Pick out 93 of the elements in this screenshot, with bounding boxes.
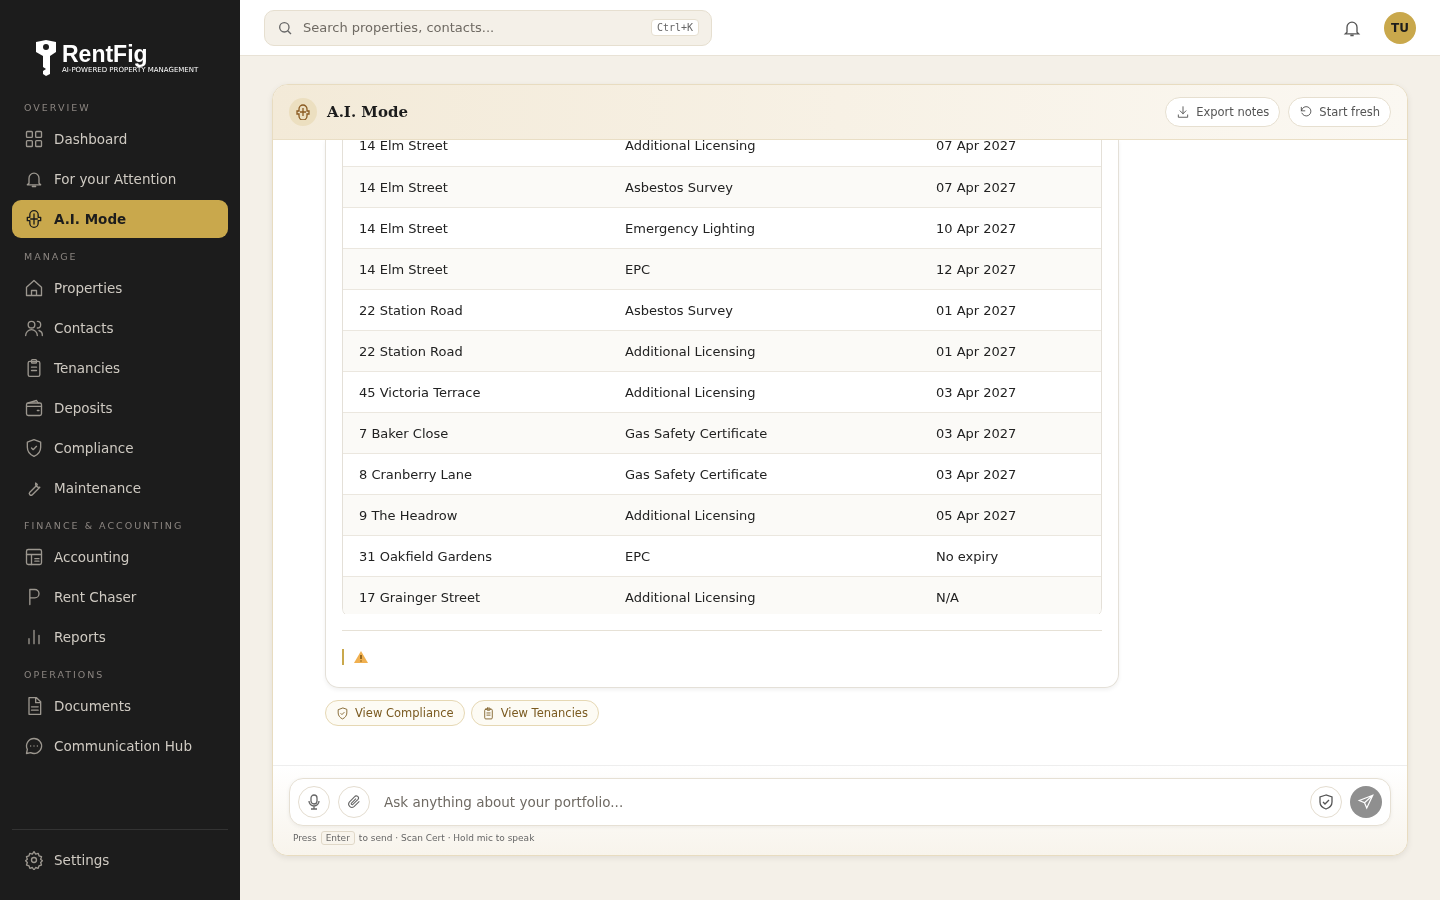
table-cell-text: Emergency Lighting [625,220,756,236]
search-field[interactable]: Search properties, contacts... Ctrl+K [264,9,712,46]
table-cell-text: 14 Elm Street [359,140,449,153]
suggestion-chip[interactable]: View Tenancies [470,700,599,726]
table-cell-text: 14 Elm Street [359,261,449,277]
nav-item[interactable]: For your Attention [12,160,228,198]
ai-icon [24,209,44,229]
table-cell-text: 03 Apr 2027 [936,425,1018,441]
search-icon [277,19,293,36]
table-cell-text: Asbestos Survey [625,179,734,195]
microphone-icon [307,794,321,810]
table-cell-text: 12 Apr 2027 [936,261,1018,277]
table-cell-text: 14 Elm Street [359,179,449,195]
shield-icon [24,438,44,458]
send-button[interactable] [1350,786,1382,818]
download-icon [1176,105,1191,119]
table-cell-text: 03 Apr 2027 [936,384,1018,400]
nav-item[interactable]: Settings [12,841,228,879]
table-cell-text: 07 Apr 2027 [936,140,1018,153]
table-cell-text: Additional Licensing [625,507,757,523]
shield-icon [1319,794,1333,810]
table-cell-text: 31 Oakfield Gardens [359,548,493,564]
logo-wordmark: RentFig [62,41,148,66]
table-cell-text: N/A [936,589,960,605]
chat-icon [24,736,44,756]
table-cell-text: 8 Cranberry Lane [359,466,473,482]
nav-item[interactable]: A.I. Mode [12,200,228,238]
microphone-button[interactable] [298,786,330,818]
table-cell-text: 10 Apr 2027 [936,220,1018,236]
nav-item[interactable]: Deposits [12,389,228,427]
table-cell-text: 22 Station Road [359,343,464,359]
wallet-icon [24,398,44,418]
table-cell-text: EPC [625,261,652,277]
section-heading: OPERATIONS [23,669,106,680]
hint-text: Press [293,833,317,843]
table-cell-text: 03 Apr 2027 [936,466,1018,482]
shortcut-key: Ctrl+K [650,19,699,36]
settings-icon [24,850,44,870]
table-cell-text: 9 The Headrow [359,507,459,523]
table-cell-text: Additional Licensing [625,384,757,400]
section-heading: FINANCE & ACCOUNTING [23,520,185,531]
message-field[interactable]: Ask anything about your portfolio... [289,778,1391,826]
hint-text: to send · Scan Cert · Hold mic to speak [358,833,535,843]
nav-item[interactable]: Rent Chaser [12,578,228,616]
section-heading: OVERVIEW [23,102,92,113]
nav-item[interactable]: Maintenance [12,469,228,507]
action-button[interactable]: Start fresh [1288,97,1391,127]
ai-icon [289,98,317,126]
search-input[interactable]: Search properties, contacts... [301,19,643,36]
nav-item[interactable]: Dashboard [12,120,228,158]
nav-item[interactable]: Accounting [12,538,228,576]
shield-button[interactable] [1310,786,1342,818]
table-cell-text: 07 Apr 2027 [936,179,1018,195]
nav-item[interactable]: Properties [12,269,228,307]
table-cell-text: 01 Apr 2027 [936,302,1018,318]
nav-item[interactable]: Tenancies [12,349,228,387]
enter-key: Enter [320,831,355,845]
nav-item[interactable]: Contacts [12,309,228,347]
nav-item[interactable]: Compliance [12,429,228,467]
table-cell-text: 7 Baker Close [359,425,450,441]
table-cell-text: 01 Apr 2027 [936,343,1018,359]
table-cell-text: Additional Licensing [625,140,757,153]
table-cell-text: Asbestos Survey [625,302,734,318]
ledger-icon [24,547,44,567]
table-cell-text: 45 Victoria Terrace [359,384,482,400]
table-cell-text: 22 Station Road [359,302,464,318]
table-cell-text: Gas Safety Certificate [625,425,769,441]
paperclip-icon [346,794,362,810]
table-cell-text: Additional Licensing [625,589,757,605]
table-cell-text: 17 Grainger Street [359,589,482,605]
action-button[interactable]: Export notes [1165,97,1281,127]
section-heading: MANAGE [23,251,79,262]
reset-icon [1299,105,1314,119]
nav-item[interactable]: Reports [12,618,228,656]
people-icon [24,318,44,338]
table-cell-text: No expiry [936,548,1000,564]
table-cell-text: EPC [625,548,652,564]
nav-item[interactable]: Communication Hub [12,727,228,765]
table-cell-text: Gas Safety Certificate [625,466,769,482]
clipboard-icon [481,706,495,720]
shield-icon [336,706,349,720]
table-cell-text: Additional Licensing [625,343,757,359]
user-avatar[interactable]: TU [1384,11,1416,44]
grid-icon [24,129,44,149]
warning-icon [354,651,368,663]
home-icon [24,278,44,298]
nav-item[interactable]: Documents [12,687,228,725]
table-cell-text: 14 Elm Street [359,220,449,236]
panel-title: A.I. Mode [327,103,408,121]
send-icon [1357,793,1375,811]
attach-button[interactable] [338,786,370,818]
table-cell-text: 05 Apr 2027 [936,507,1018,523]
suggestion-chip[interactable]: View Compliance [325,700,465,726]
